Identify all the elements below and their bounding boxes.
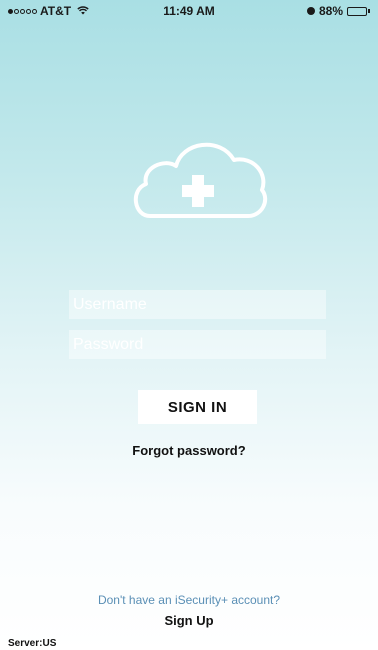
cloud-plus-icon: [128, 128, 268, 228]
username-input[interactable]: [69, 290, 326, 319]
status-bar-right: 88%: [306, 4, 370, 18]
server-label: Server:US: [8, 638, 57, 649]
sign-up-link[interactable]: Sign Up: [0, 613, 378, 628]
password-input[interactable]: [69, 330, 326, 359]
battery-icon: [347, 6, 370, 16]
status-bar: AT&T 11:49 AM 88%: [0, 0, 378, 20]
alarm-icon: [306, 7, 315, 15]
sign-in-button[interactable]: SIGN IN: [138, 390, 257, 424]
forgot-password-link[interactable]: Forgot password?: [0, 443, 378, 458]
no-account-text: Don't have an iSecurity+ account?: [97, 593, 281, 607]
battery-percent: 88%: [318, 4, 343, 18]
